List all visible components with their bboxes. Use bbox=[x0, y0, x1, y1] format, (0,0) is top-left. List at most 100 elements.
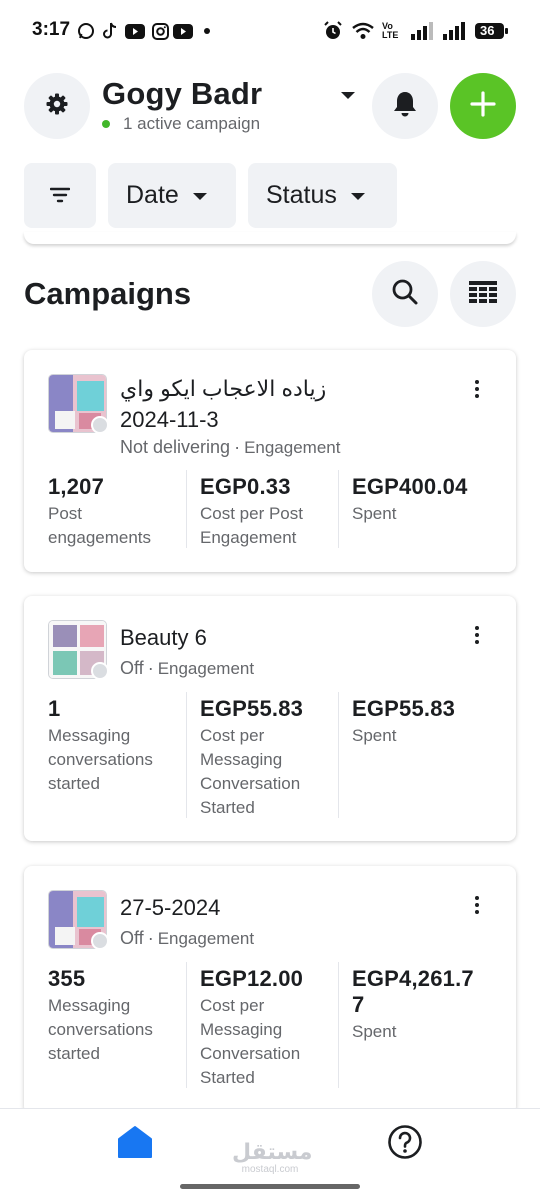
battery-level: 36 bbox=[480, 23, 495, 38]
metric-label: Cost per Messaging Conversation Started bbox=[200, 996, 301, 1087]
metric-divider bbox=[186, 692, 187, 818]
chevron-down-icon bbox=[350, 193, 365, 200]
watermark-latin: mostaql.com bbox=[241, 1164, 299, 1175]
nav-help[interactable] bbox=[386, 1124, 424, 1165]
separator-dot: · bbox=[147, 658, 154, 678]
metric-results: 355 Messaging conversations started bbox=[48, 966, 188, 1066]
campaign-objective: Engagement bbox=[244, 438, 341, 457]
search-icon bbox=[391, 278, 419, 311]
active-status-dot bbox=[102, 120, 110, 128]
campaign-name: زياده الاعجاب ايكو واي bbox=[120, 376, 327, 401]
metric-label: Spent bbox=[352, 504, 397, 523]
status-filter-label: Status bbox=[266, 181, 337, 209]
metric-value: 355 bbox=[48, 966, 86, 991]
metric-label: Cost per Post Engagement bbox=[200, 504, 303, 547]
metric-label: Cost per Messaging Conversation Started bbox=[200, 726, 301, 817]
settings-button[interactable] bbox=[24, 73, 90, 139]
filter-button[interactable] bbox=[24, 163, 96, 228]
filter-icon bbox=[49, 181, 71, 210]
columns-view-button[interactable] bbox=[450, 261, 516, 327]
more-options-icon[interactable] bbox=[474, 896, 480, 914]
campaign-name: 27-5-2024 bbox=[120, 895, 221, 920]
separator-dot: · bbox=[147, 928, 154, 948]
metric-value: EGP55.83 bbox=[352, 696, 456, 721]
help-icon bbox=[387, 1124, 423, 1165]
more-notifications-dot-icon bbox=[202, 22, 212, 40]
metric-value: EGP4,261.7 7 bbox=[352, 966, 474, 1017]
delivery-status-text: Off bbox=[120, 928, 144, 948]
separator-dot: · bbox=[234, 437, 241, 457]
metric-divider bbox=[338, 962, 339, 1088]
metric-label: Spent bbox=[352, 726, 397, 745]
instagram-icon bbox=[150, 22, 170, 40]
more-options-icon[interactable] bbox=[474, 380, 480, 398]
campaign-card[interactable]: Beauty 6 Off · Engagement 1 Messaging conve… bbox=[24, 596, 516, 841]
youtube-icon bbox=[125, 22, 145, 40]
chevron-down-icon bbox=[192, 193, 207, 200]
table-icon bbox=[469, 280, 497, 308]
volte-indicator: Vo LTE bbox=[382, 21, 399, 40]
metric-divider bbox=[338, 692, 339, 818]
metric-spent: EGP400.04 Spent bbox=[352, 474, 502, 526]
campaign-objective: Engagement bbox=[157, 929, 255, 948]
plus-icon bbox=[470, 90, 496, 122]
whatsapp-icon bbox=[76, 22, 96, 40]
youtube-icon bbox=[173, 22, 193, 40]
metric-value: 1,207 bbox=[48, 474, 105, 499]
campaign-card[interactable]: 27-5-2024 Off · Engagement 355 Messaging co… bbox=[24, 866, 516, 1114]
campaign-status: Off · Engagement bbox=[120, 928, 254, 949]
campaign-status: Off · Engagement bbox=[120, 658, 254, 679]
scrolled-content-edge bbox=[24, 232, 516, 244]
metric-value: EGP400.04 bbox=[352, 474, 468, 499]
active-campaign-count: 1 active campaign bbox=[123, 114, 261, 133]
delivery-status-dot bbox=[91, 662, 109, 680]
gear-icon bbox=[45, 92, 69, 121]
metric-spent: EGP55.83 Spent bbox=[352, 696, 502, 748]
campaign-objective: Engagement bbox=[157, 659, 255, 678]
notifications-button[interactable] bbox=[372, 73, 438, 139]
metric-label: Post engagements bbox=[48, 504, 152, 547]
watermark-arabic: مستقل bbox=[232, 1139, 313, 1164]
metric-results: 1,207 Post engagements bbox=[48, 474, 188, 550]
status-filter-dropdown[interactable]: Status bbox=[248, 163, 397, 228]
metric-value: EGP0.33 bbox=[200, 474, 291, 499]
date-filter-label: Date bbox=[126, 181, 179, 209]
more-options-icon[interactable] bbox=[474, 626, 480, 644]
delivery-status-dot bbox=[91, 416, 109, 434]
metric-cost-per-result: EGP12.00 Cost per Messaging Conversation St… bbox=[200, 966, 340, 1090]
delivery-status-text: Not delivering bbox=[120, 437, 231, 457]
date-filter-dropdown[interactable]: Date bbox=[108, 163, 236, 228]
metric-label: Spent bbox=[352, 1022, 397, 1041]
metric-spent: EGP4,261.7 7 Spent bbox=[352, 966, 502, 1044]
battery-icon: 36 bbox=[474, 22, 508, 40]
metric-label: Messaging conversations started bbox=[48, 996, 153, 1063]
status-time: 3:17 bbox=[32, 19, 71, 40]
metric-results: 1 Messaging conversations started bbox=[48, 696, 188, 796]
metric-divider bbox=[186, 962, 187, 1088]
metric-value: 1 bbox=[48, 696, 61, 721]
section-title: Campaigns bbox=[24, 276, 192, 311]
metric-value: EGP55.83 bbox=[200, 696, 304, 721]
nav-home[interactable] bbox=[116, 1125, 154, 1163]
alarm-icon bbox=[322, 21, 344, 40]
metric-cost-per-result: EGP0.33 Cost per Post Engagement bbox=[200, 474, 340, 550]
create-campaign-button[interactable] bbox=[450, 73, 516, 139]
metric-divider bbox=[186, 470, 187, 548]
home-icon bbox=[117, 1124, 153, 1165]
campaign-status: Not delivering · Engagement bbox=[120, 437, 340, 458]
campaign-card[interactable]: زياده الاعجاب ايكو واي 2024-11-3 Not del… bbox=[24, 350, 516, 572]
bell-icon bbox=[392, 90, 418, 123]
signal-strength-2-icon bbox=[442, 22, 466, 40]
gesture-home-bar[interactable] bbox=[180, 1184, 360, 1189]
campaign-name: Beauty 6 bbox=[120, 625, 207, 650]
account-switcher-caret-icon[interactable] bbox=[341, 92, 355, 99]
watermark: مستقل mostaql.com bbox=[232, 1139, 313, 1176]
metric-divider bbox=[338, 470, 339, 548]
metric-cost-per-result: EGP55.83 Cost per Messaging Conversation St… bbox=[200, 696, 340, 820]
status-bar: 3:17 Vo LTE 36 bbox=[0, 0, 540, 62]
account-name[interactable]: Gogy Badr bbox=[102, 76, 262, 112]
search-button[interactable] bbox=[372, 261, 438, 327]
tiktok-icon bbox=[100, 22, 120, 40]
wifi-icon bbox=[350, 22, 376, 40]
metric-value: EGP12.00 bbox=[200, 966, 304, 991]
